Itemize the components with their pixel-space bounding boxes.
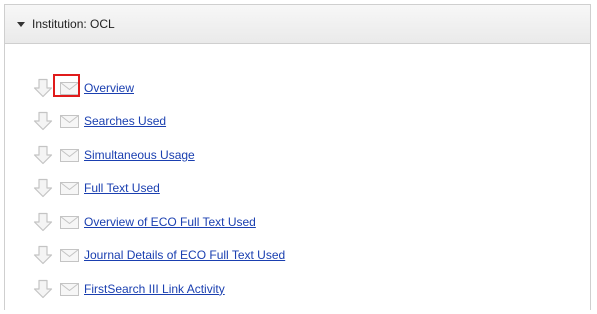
download-arrow-icon[interactable]: [33, 145, 53, 165]
report-link-full-text-used[interactable]: Full Text Used: [84, 181, 160, 195]
report-link-searches-used[interactable]: Searches Used: [84, 114, 166, 128]
email-envelope-icon[interactable]: [58, 111, 81, 131]
email-envelope-icon[interactable]: [58, 212, 81, 232]
download-arrow-icon[interactable]: [33, 279, 53, 299]
panel-title: Institution: OCL: [32, 17, 115, 31]
email-envelope-icon[interactable]: [58, 145, 81, 165]
report-link-eco-journal-details[interactable]: Journal Details of ECO Full Text Used: [84, 248, 285, 262]
download-arrow-icon[interactable]: [33, 111, 53, 131]
report-link-eco-full-text-overview[interactable]: Overview of ECO Full Text Used: [84, 215, 256, 229]
download-arrow-icon[interactable]: [33, 212, 53, 232]
report-item-simultaneous-usage: Simultaneous Usage: [5, 138, 590, 172]
report-link-simultaneous-usage[interactable]: Simultaneous Usage: [84, 148, 195, 162]
email-envelope-icon[interactable]: [53, 73, 81, 98]
email-envelope-icon[interactable]: [58, 279, 81, 299]
report-item-searches-used: Searches Used: [5, 105, 590, 139]
panel-header[interactable]: Institution: OCL: [5, 5, 590, 44]
report-item-full-text-used: Full Text Used: [5, 172, 590, 206]
download-arrow-icon[interactable]: [33, 245, 53, 265]
report-item-eco-journal-details: Journal Details of ECO Full Text Used: [5, 239, 590, 273]
download-arrow-icon[interactable]: [33, 178, 53, 198]
institution-panel: Institution: OCL Overview Searches Used …: [4, 4, 591, 310]
triangle-down-icon[interactable]: [17, 22, 25, 27]
report-item-firstsearch-link-activity: FirstSearch III Link Activity: [5, 272, 590, 306]
report-item-overview: Overview: [5, 71, 590, 105]
report-link-overview[interactable]: Overview: [84, 81, 134, 95]
download-arrow-icon[interactable]: [33, 78, 53, 98]
email-envelope-icon[interactable]: [58, 178, 81, 198]
email-envelope-icon[interactable]: [58, 245, 81, 265]
report-list: Overview Searches Used Simultaneous Usag…: [5, 71, 590, 306]
report-link-firstsearch-link-activity[interactable]: FirstSearch III Link Activity: [84, 282, 225, 296]
report-item-eco-full-text-overview: Overview of ECO Full Text Used: [5, 205, 590, 239]
